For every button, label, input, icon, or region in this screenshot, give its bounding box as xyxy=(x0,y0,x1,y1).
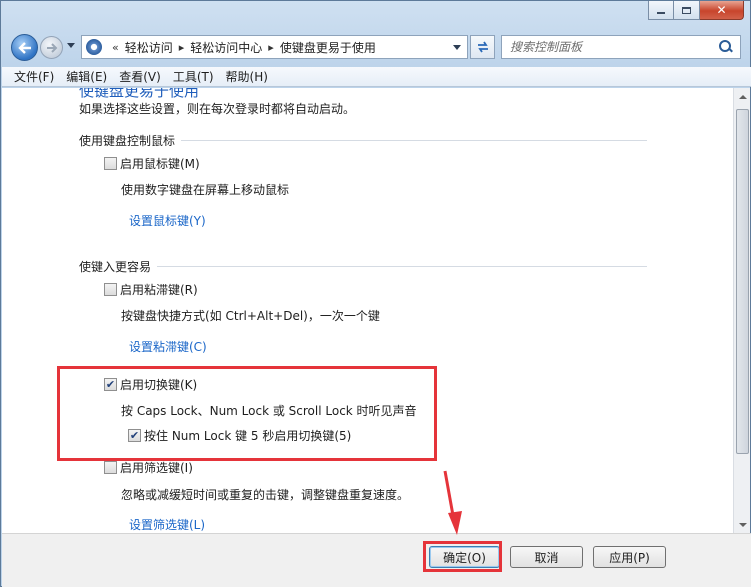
annotation-arrow-icon xyxy=(443,470,462,535)
window-frame: ✕ « 轻松访问 ▸ 轻松访问中心 ▸ 使键盘更易于使用 文件(F) 编辑 xyxy=(0,0,751,587)
